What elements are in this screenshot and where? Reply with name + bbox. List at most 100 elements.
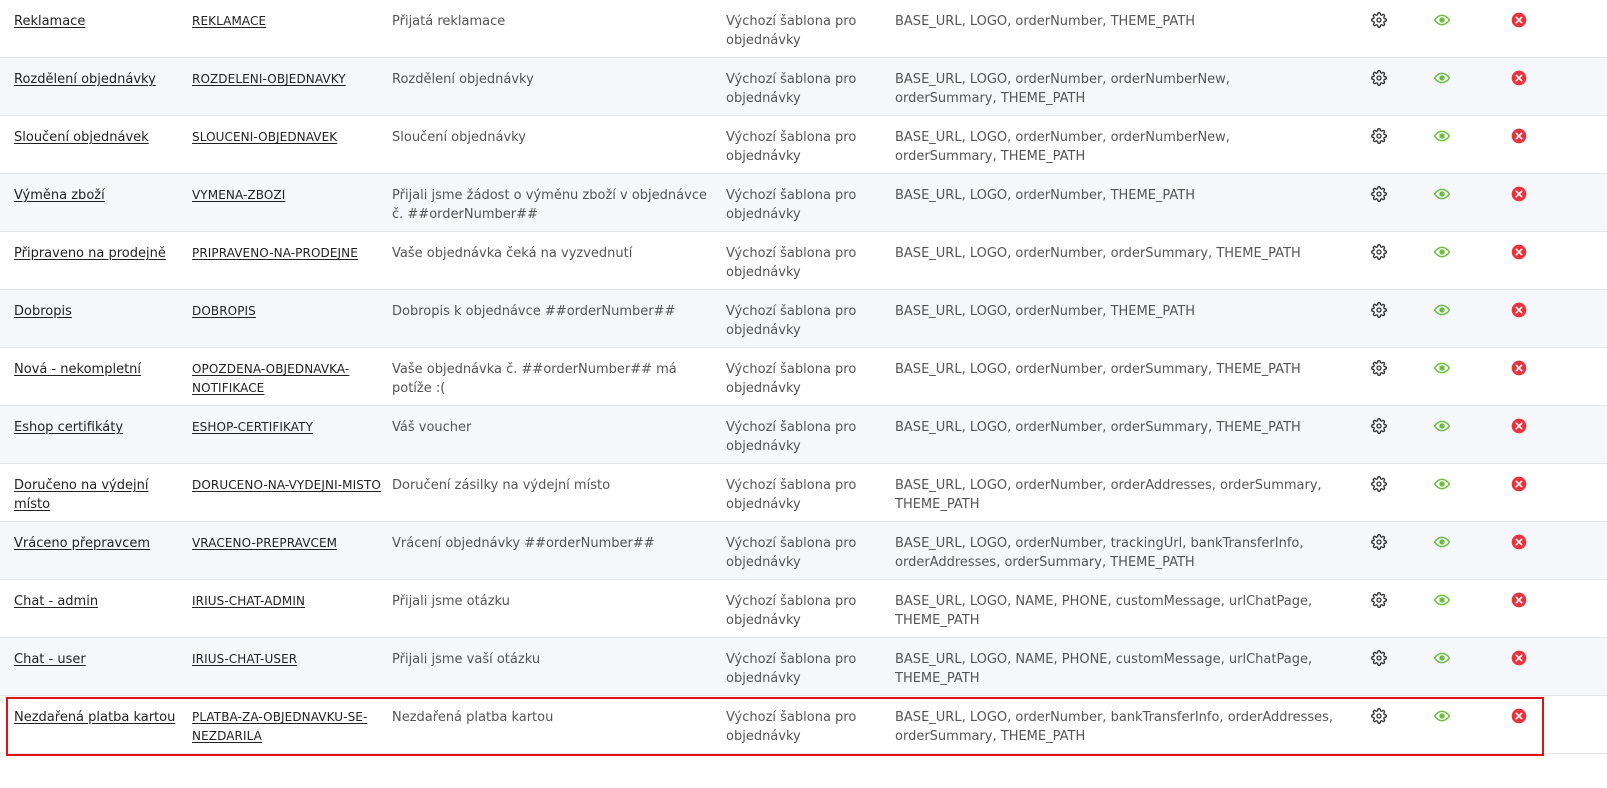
base-template: Výchozí šablona pro objednávky xyxy=(726,536,857,570)
eye-icon[interactable] xyxy=(1434,128,1450,144)
gear-icon[interactable] xyxy=(1371,650,1387,666)
table-row: Výměna zboží VYMENA-ZBOZI Přijali jsme ž… xyxy=(0,174,1607,232)
template-code-link[interactable]: ESHOP-CERTIFIKATY xyxy=(192,420,313,434)
gear-icon[interactable] xyxy=(1371,186,1387,202)
template-name-link[interactable]: Nová - nekompletní xyxy=(14,362,141,377)
eye-icon[interactable] xyxy=(1434,708,1450,724)
template-name-link[interactable]: Výměna zboží xyxy=(14,188,105,203)
eye-icon[interactable] xyxy=(1434,244,1450,260)
template-name-link[interactable]: Eshop certifikáty xyxy=(14,420,123,435)
eye-icon[interactable] xyxy=(1434,302,1450,318)
close-circle-icon[interactable] xyxy=(1511,650,1527,666)
gear-icon[interactable] xyxy=(1371,708,1387,724)
gear-icon[interactable] xyxy=(1371,418,1387,434)
template-code-link[interactable]: VYMENA-ZBOZI xyxy=(192,188,285,202)
template-name-link[interactable]: Dobropis xyxy=(14,304,72,319)
template-name-link[interactable]: Chat - user xyxy=(14,652,86,667)
template-code-link[interactable]: ROZDELENI-OBJEDNAVKY xyxy=(192,72,346,86)
base-template: Výchozí šablona pro objednávky xyxy=(726,246,857,280)
template-code-link[interactable]: DOBROPIS xyxy=(192,304,256,318)
eye-icon[interactable] xyxy=(1434,592,1450,608)
template-name-link[interactable]: Chat - admin xyxy=(14,594,98,609)
table-row: Eshop certifikáty ESHOP-CERTIFIKATY Váš … xyxy=(0,406,1607,464)
base-template: Výchozí šablona pro objednávky xyxy=(726,478,857,512)
close-circle-icon[interactable] xyxy=(1511,244,1527,260)
table-row: Dobropis DOBROPIS Dobropis k objednávce … xyxy=(0,290,1607,348)
template-subject: Vaše objednávka č. ##orderNumber## má po… xyxy=(392,362,677,396)
close-circle-icon[interactable] xyxy=(1511,360,1527,376)
template-code-link[interactable]: VRACENO-PREPRAVCEM xyxy=(192,536,337,550)
template-code-link[interactable]: PLATBA-ZA-OBJEDNAVKU-SE-NEZDARILA xyxy=(192,710,367,743)
template-code-link[interactable]: SLOUCENI-OBJEDNAVEK xyxy=(192,130,337,144)
template-variables: BASE_URL, LOGO, orderNumber, orderNumber… xyxy=(895,72,1230,106)
close-circle-icon[interactable] xyxy=(1511,128,1527,144)
template-code-link[interactable]: DORUCENO-NA-VYDEJNI-MISTO xyxy=(192,478,381,492)
template-subject: Dobropis k objednávce ##orderNumber## xyxy=(392,304,676,319)
close-circle-icon[interactable] xyxy=(1511,592,1527,608)
template-code-link[interactable]: IRIUS-CHAT-USER xyxy=(192,652,297,666)
close-circle-icon[interactable] xyxy=(1511,70,1527,86)
template-code-link[interactable]: REKLAMACE xyxy=(192,14,266,28)
base-template: Výchozí šablona pro objednávky xyxy=(726,710,857,744)
gear-icon[interactable] xyxy=(1371,70,1387,86)
template-name-link[interactable]: Připraveno na prodejně xyxy=(14,246,166,261)
template-subject: Přijali jsme žádost o výměnu zboží v obj… xyxy=(392,188,707,222)
base-template: Výchozí šablona pro objednávky xyxy=(726,130,857,164)
template-code-link[interactable]: PRIPRAVENO-NA-PRODEJNE xyxy=(192,246,358,260)
gear-icon[interactable] xyxy=(1371,244,1387,260)
eye-icon[interactable] xyxy=(1434,650,1450,666)
template-name-link[interactable]: Nezdařená platba kartou xyxy=(14,710,175,725)
eye-icon[interactable] xyxy=(1434,534,1450,550)
close-circle-icon[interactable] xyxy=(1511,12,1527,28)
close-circle-icon[interactable] xyxy=(1511,476,1527,492)
gear-icon[interactable] xyxy=(1371,592,1387,608)
close-circle-icon[interactable] xyxy=(1511,708,1527,724)
base-template: Výchozí šablona pro objednávky xyxy=(726,652,857,686)
eye-icon[interactable] xyxy=(1434,186,1450,202)
gear-icon[interactable] xyxy=(1371,128,1387,144)
template-subject: Přijali jsme vaší otázku xyxy=(392,652,541,667)
template-variables: BASE_URL, LOGO, orderNumber, bankTransfe… xyxy=(895,710,1334,744)
email-templates-table: Reklamace REKLAMACE Přijatá reklamace Vý… xyxy=(0,0,1607,788)
template-subject: Rozdělení objednávky xyxy=(392,72,534,87)
gear-icon[interactable] xyxy=(1371,302,1387,318)
template-name-link[interactable]: Doručeno na výdejní místo xyxy=(14,478,148,512)
template-name-link[interactable]: Reklamace xyxy=(14,14,85,29)
gear-icon[interactable] xyxy=(1371,476,1387,492)
template-subject: Přijatá reklamace xyxy=(392,14,506,29)
template-name-link[interactable]: Sloučení objednávek xyxy=(14,130,149,145)
base-template: Výchozí šablona pro objednávky xyxy=(726,14,857,48)
close-circle-icon[interactable] xyxy=(1511,418,1527,434)
base-template: Výchozí šablona pro objednávky xyxy=(726,420,857,454)
template-subject: Přijali jsme otázku xyxy=(392,594,510,609)
template-variables: BASE_URL, LOGO, orderNumber, orderSummar… xyxy=(895,246,1301,261)
template-name-link[interactable]: Vráceno přepravcem xyxy=(14,536,150,551)
template-subject: Vaše objednávka čeká na vyzvednutí xyxy=(392,246,633,261)
template-variables: BASE_URL, LOGO, orderNumber, THEME_PATH xyxy=(895,304,1196,319)
table-row: Reklamace REKLAMACE Přijatá reklamace Vý… xyxy=(0,0,1607,58)
template-subject: Vrácení objednávky ##orderNumber## xyxy=(392,536,655,551)
eye-icon[interactable] xyxy=(1434,476,1450,492)
table-row: Chat - user IRIUS-CHAT-USER Přijali jsme… xyxy=(0,638,1607,696)
close-circle-icon[interactable] xyxy=(1511,534,1527,550)
template-name-link[interactable]: Rozdělení objednávky xyxy=(14,72,156,87)
eye-icon[interactable] xyxy=(1434,418,1450,434)
table-row-highlighted: Nezdařená platba kartou PLATBA-ZA-OBJEDN… xyxy=(0,696,1607,754)
gear-icon[interactable] xyxy=(1371,360,1387,376)
template-variables: BASE_URL, LOGO, orderNumber, THEME_PATH xyxy=(895,14,1196,29)
eye-icon[interactable] xyxy=(1434,70,1450,86)
template-variables: BASE_URL, LOGO, NAME, PHONE, customMessa… xyxy=(895,594,1313,628)
table-row: Vráceno přepravcem VRACENO-PREPRAVCEM Vr… xyxy=(0,522,1607,580)
gear-icon[interactable] xyxy=(1371,12,1387,28)
eye-icon[interactable] xyxy=(1434,12,1450,28)
template-subject: Váš voucher xyxy=(392,420,472,435)
eye-icon[interactable] xyxy=(1434,360,1450,376)
gear-icon[interactable] xyxy=(1371,534,1387,550)
base-template: Výchozí šablona pro objednávky xyxy=(726,304,857,338)
close-circle-icon[interactable] xyxy=(1511,186,1527,202)
table-row: Sloučení objednávek SLOUCENI-OBJEDNAVEK … xyxy=(0,116,1607,174)
template-code-link[interactable]: OPOZDENA-OBJEDNAVKA-NOTIFIKACE xyxy=(192,362,349,395)
template-code-link[interactable]: IRIUS-CHAT-ADMIN xyxy=(192,594,305,608)
template-variables: BASE_URL, LOGO, orderNumber, orderSummar… xyxy=(895,420,1301,435)
close-circle-icon[interactable] xyxy=(1511,302,1527,318)
